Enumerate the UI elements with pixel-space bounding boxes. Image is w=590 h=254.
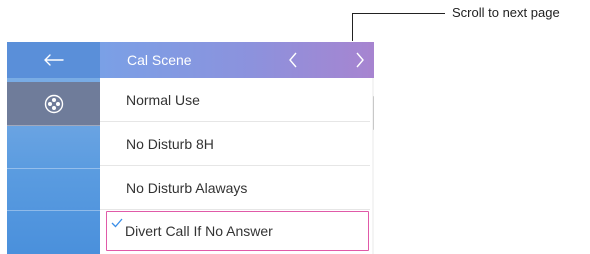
sidebar-item-empty-4[interactable] [7, 211, 100, 254]
checkmark-icon [111, 218, 123, 228]
list-item[interactable]: Normal Use [100, 78, 370, 122]
scene-list: Normal Use No Disturb 8H No Disturb Alaw… [100, 78, 374, 254]
header-bar: Cal Scene [100, 42, 374, 78]
list-item-selected[interactable]: Divert Call If No Answer [106, 211, 369, 251]
next-page-button[interactable] [345, 42, 374, 78]
list-item-label: No Disturb 8H [126, 136, 214, 152]
previous-page-button[interactable] [278, 42, 308, 78]
callout-label: Scroll to next page [452, 5, 560, 20]
scrollbar[interactable] [372, 78, 374, 254]
sidebar-item-empty-3[interactable] [7, 169, 100, 211]
page-title: Cal Scene [127, 52, 192, 68]
list-item[interactable]: No Disturb Alaways [100, 166, 370, 210]
sidebar [7, 42, 100, 254]
back-button[interactable] [7, 42, 100, 78]
callout-line-horizontal [352, 13, 445, 14]
arrow-left-icon [43, 54, 64, 66]
scene-dial-icon [44, 94, 63, 113]
chevron-right-icon [356, 52, 364, 68]
device-screen: Cal Scene Normal Use No Disturb 8H No Di… [7, 42, 374, 254]
list-item-label: Normal Use [126, 92, 200, 108]
chevron-left-icon [289, 52, 297, 68]
list-item-label: No Disturb Alaways [126, 180, 248, 196]
scrollbar-thumb[interactable] [373, 96, 374, 130]
callout-line-vertical [352, 13, 353, 41]
sidebar-item-scene[interactable] [7, 82, 100, 126]
sidebar-item-empty-2[interactable] [7, 126, 100, 169]
list-item[interactable]: No Disturb 8H [100, 122, 370, 166]
list-item-label: Divert Call If No Answer [125, 223, 273, 239]
